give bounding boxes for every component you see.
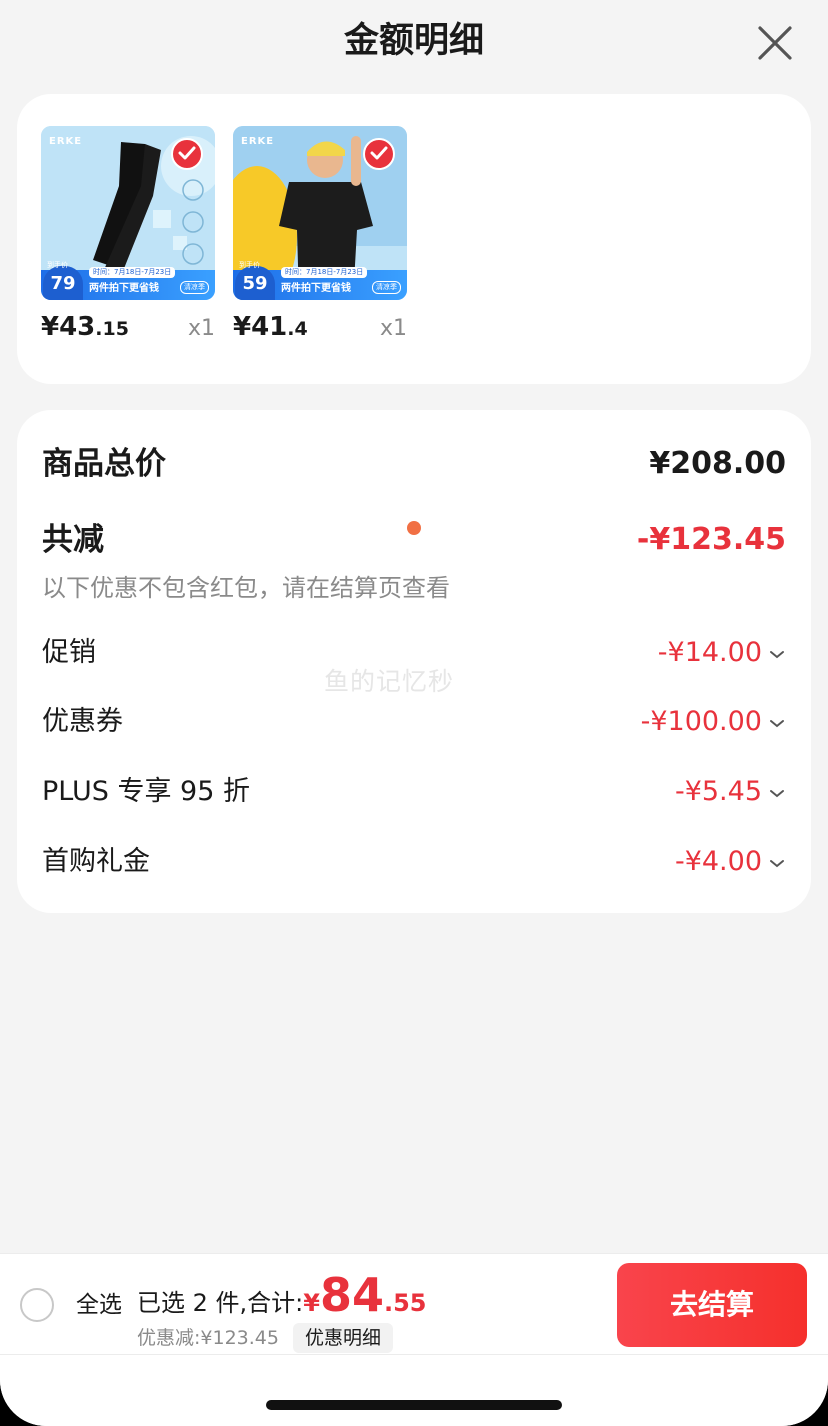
discount-label: PLUS 专享 95 折 — [42, 776, 250, 807]
product-price: ¥43.15 — [41, 312, 129, 342]
select-all-radio[interactable] — [20, 1288, 54, 1322]
total-decimal: .55 — [383, 1289, 427, 1317]
chevron-down-icon[interactable] — [768, 857, 786, 869]
close-icon[interactable] — [752, 20, 798, 66]
selected-count-label: 已选 2 件,合计: — [137, 1289, 304, 1317]
total-reduction-label: 共减 — [42, 522, 104, 558]
chevron-down-icon[interactable] — [768, 717, 786, 729]
discount-value[interactable]: -¥4.00 — [675, 840, 786, 884]
discount-value[interactable]: -¥14.00 — [658, 631, 786, 675]
discount-row-first-purchase[interactable]: 首购礼金 -¥4.00 — [42, 840, 786, 884]
total-reduction-value: -¥123.45 — [636, 522, 786, 557]
price-currency: ¥ — [233, 312, 252, 342]
checkout-bar: 全选 已选 2 件,合计:¥84.55 优惠减:¥123.45 优惠明细 去结算 — [0, 1253, 828, 1426]
promo-date: 时间：7月18日-7月23日 — [89, 267, 176, 278]
chevron-down-icon[interactable] — [768, 787, 786, 799]
price-decimal: .4 — [287, 318, 308, 340]
promo-badge: 清凉季 — [372, 281, 401, 294]
total-price-value: ¥208.00 — [649, 446, 786, 481]
price-summary-card: 商品总价 ¥208.00 共减 -¥123.45 以下优惠不包含红包，请在结算页… — [17, 410, 811, 913]
price-integer: 43 — [59, 312, 96, 342]
sheet-title: 金额明细 — [343, 21, 484, 61]
promo-price: 到手价 59 — [235, 261, 275, 300]
product-quantity: x1 — [379, 316, 407, 341]
discount-row-plus[interactable]: PLUS 专享 95 折 -¥5.45 — [42, 770, 786, 814]
promo-price-value: 79 — [50, 273, 76, 294]
amount-detail-sheet: 金额明细 ERKE 两件拍下更省钱 清凉季 时间：7月18日-7月23日 到手价… — [0, 0, 828, 1426]
total-currency: ¥ — [303, 1289, 320, 1317]
promo-price: 到手价 79 — [43, 261, 83, 300]
discount-value[interactable]: -¥100.00 — [641, 700, 786, 744]
promo-badge: 清凉季 — [180, 281, 209, 294]
promo-text: 两件拍下更省钱 — [281, 283, 351, 294]
total-price-label: 商品总价 — [42, 446, 166, 482]
total-integer: 84 — [319, 1268, 384, 1322]
product-item[interactable]: ERKE 两件拍下更省钱 清凉季 时间：7月18日-7月23日 到手价 59 ¥… — [233, 126, 407, 352]
selected-total: 已选 2 件,合计:¥84.55 — [137, 1268, 426, 1328]
checkout-button[interactable]: 去结算 — [617, 1263, 807, 1347]
total-reduction-row: 共减 -¥123.45 — [42, 518, 786, 562]
price-decimal: .15 — [95, 318, 129, 340]
discount-amount: -¥100.00 — [640, 706, 762, 737]
discount-note: 以下优惠不包含红包，请在结算页查看 — [42, 574, 450, 602]
promo-tag: 到手价 — [239, 261, 260, 269]
promo-price-value: 59 — [242, 273, 268, 294]
selected-products-card: ERKE 两件拍下更省钱 清凉季 时间：7月18日-7月23日 到手价 79 ¥… — [17, 94, 811, 384]
discount-label: 促销 — [42, 637, 96, 668]
price-integer: 41 — [251, 312, 288, 342]
divider — [0, 1354, 828, 1355]
promo-tag: 到手价 — [47, 261, 68, 269]
discount-amount: -¥4.00 — [674, 846, 762, 877]
discount-detail-button[interactable]: 优惠明细 — [293, 1323, 394, 1353]
product-item[interactable]: ERKE 两件拍下更省钱 清凉季 时间：7月18日-7月23日 到手价 79 ¥… — [41, 126, 215, 352]
discount-amount: -¥5.45 — [674, 776, 762, 807]
chevron-down-icon[interactable] — [768, 648, 786, 660]
discount-label: 首购礼金 — [42, 846, 150, 877]
select-all-label[interactable]: 全选 — [76, 1288, 122, 1322]
brand-logo-text: ERKE — [241, 136, 275, 147]
promo-text: 两件拍下更省钱 — [89, 283, 159, 294]
discount-row-coupon[interactable]: 优惠券 -¥100.00 — [42, 700, 786, 744]
price-row: ¥43.15 x1 — [41, 312, 215, 352]
home-indicator[interactable] — [266, 1400, 562, 1410]
total-price-row: 商品总价 ¥208.00 — [42, 442, 786, 486]
brand-logo-text: ERKE — [49, 136, 83, 147]
product-thumbnail[interactable]: ERKE 两件拍下更省钱 清凉季 时间：7月18日-7月23日 到手价 59 — [233, 126, 407, 300]
discount-amount: -¥14.00 — [657, 637, 762, 668]
product-quantity: x1 — [187, 316, 215, 341]
discount-label: 优惠券 — [42, 706, 123, 737]
product-thumbnail[interactable]: ERKE 两件拍下更省钱 清凉季 时间：7月18日-7月23日 到手价 79 — [41, 126, 215, 300]
promo-date: 时间：7月18日-7月23日 — [281, 267, 368, 278]
product-price: ¥41.4 — [233, 312, 308, 342]
price-row: ¥41.4 x1 — [233, 312, 407, 352]
discount-summary: 优惠减:¥123.45 — [137, 1327, 279, 1349]
price-currency: ¥ — [41, 312, 60, 342]
selected-check-icon[interactable] — [171, 138, 203, 170]
discount-row-promotion[interactable]: 促销 -¥14.00 — [42, 631, 786, 675]
discount-value[interactable]: -¥5.45 — [675, 770, 786, 814]
selected-check-icon[interactable] — [363, 138, 395, 170]
